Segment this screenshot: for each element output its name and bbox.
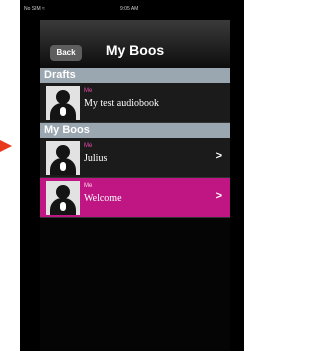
pointer-arrow-icon (0, 140, 12, 152)
app-screen: Back My Boos Drafts Me My test audiobook… (40, 20, 230, 351)
carrier-text: No SIM ≈ (24, 6, 45, 12)
person-with-microphone-icon (46, 86, 80, 120)
person-with-microphone-icon (46, 181, 80, 215)
item-owner: Me (84, 88, 93, 94)
section-header-my-boos: My Boos (40, 123, 230, 138)
item-owner: Me (84, 143, 93, 149)
page-title: My Boos (105, 42, 165, 58)
person-with-microphone-icon (46, 141, 80, 175)
chevron-right-icon: > (215, 190, 222, 202)
nav-bar: Back My Boos (40, 20, 230, 68)
list-item-my-test-audiobook[interactable]: Me My test audiobook (40, 83, 230, 123)
status-time: 9:05 AM (120, 6, 139, 12)
status-bar: No SIM ≈ 9:05 AM (20, 0, 244, 20)
section-header-drafts: Drafts (40, 68, 230, 83)
item-title: Welcome (84, 193, 122, 204)
item-title: Julius (84, 153, 108, 164)
device-frame: No SIM ≈ 9:05 AM Back My Boos Drafts Me … (20, 0, 244, 351)
list-item-julius[interactable]: Me Julius > (40, 138, 230, 178)
item-owner: Me (84, 183, 93, 189)
chevron-right-icon: > (215, 150, 222, 162)
item-title: My test audiobook (84, 98, 159, 109)
list-item-welcome[interactable]: Me Welcome > (40, 178, 230, 218)
